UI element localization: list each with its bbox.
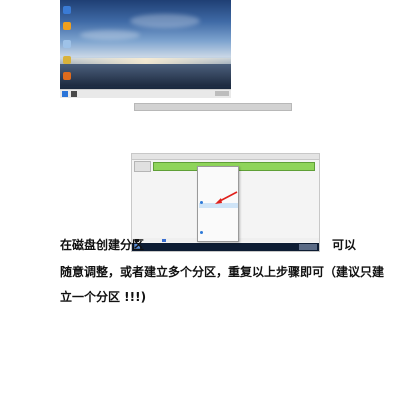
recycle-bin-icon[interactable]: [63, 6, 71, 14]
sea: [60, 64, 231, 86]
menu-item[interactable]: [204, 232, 238, 237]
menu-item[interactable]: [204, 174, 238, 179]
volume-header: [132, 154, 319, 160]
settings-icon[interactable]: [63, 56, 71, 64]
menu-item-icon: [199, 231, 203, 234]
paragraph-line-3: 立一个分区 !!!): [60, 290, 147, 304]
taskbar: [60, 89, 231, 98]
menu-item[interactable]: [204, 168, 238, 173]
status-strip: [134, 103, 292, 111]
menu-item[interactable]: [204, 209, 238, 214]
menu-item[interactable]: [204, 179, 238, 184]
desktop-screenshot: [60, 0, 231, 98]
disk-label: [134, 161, 151, 172]
menu-item[interactable]: [204, 226, 238, 231]
taskbar-app-icon[interactable]: [71, 91, 77, 97]
start-button-icon[interactable]: [62, 91, 68, 97]
menu-item[interactable]: [204, 215, 238, 220]
paragraph-line-1: 在磁盘创建分区 可以: [60, 238, 356, 252]
cloud: [80, 30, 140, 40]
folder-icon[interactable]: [63, 40, 71, 48]
cloud: [130, 14, 200, 28]
paragraph-line-1-start: 在磁盘创建分区: [60, 238, 145, 252]
menu-item[interactable]: [204, 185, 238, 190]
menu-item-icon: [199, 201, 203, 204]
menu-item[interactable]: [204, 221, 238, 226]
paragraph-line-2: 随意调整，或者建立多个分区，重复以上步骤即可（建议只建: [60, 265, 385, 279]
arrow-head: [215, 198, 222, 204]
red-arrow-icon: [215, 191, 238, 204]
paragraph-line-1-end: 可以: [332, 238, 357, 252]
browser-icon[interactable]: [63, 22, 71, 30]
app-icon[interactable]: [63, 72, 71, 80]
system-tray[interactable]: [215, 91, 229, 96]
